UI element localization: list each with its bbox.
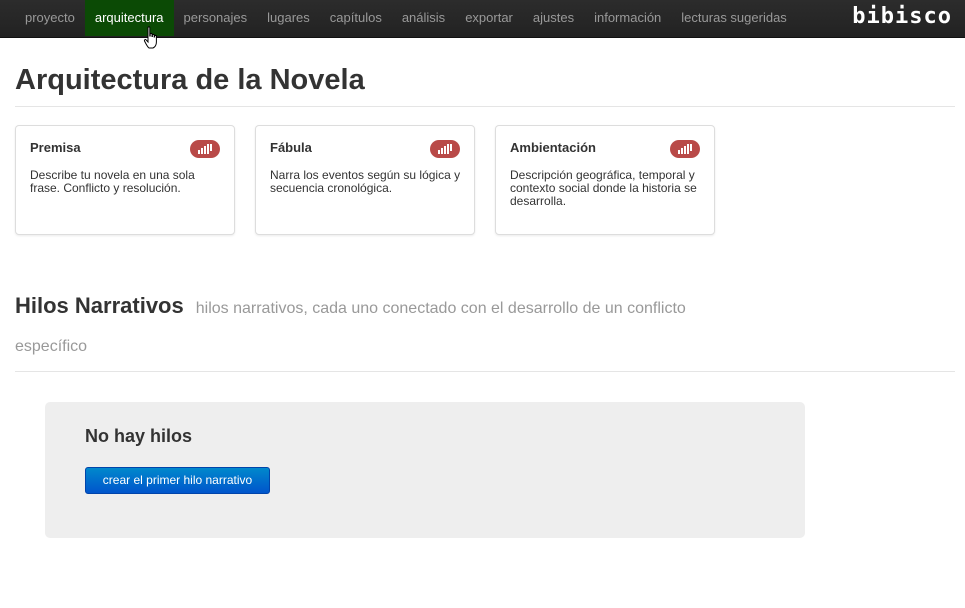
card-description: Descripción geográfica, temporal y conte… bbox=[510, 168, 697, 208]
nav-item-ajustes[interactable]: ajustes bbox=[523, 0, 584, 36]
card-title: Premisa bbox=[30, 140, 81, 155]
status-bars-icon bbox=[678, 144, 692, 154]
nav-item-capitulos[interactable]: capítulos bbox=[320, 0, 392, 36]
empty-state-title: No hay hilos bbox=[85, 426, 193, 446]
divider bbox=[15, 371, 955, 372]
section-header-hilos: Hilos Narrativos hilos narrativos, cada u… bbox=[15, 287, 715, 366]
nav-item-analisis[interactable]: análisis bbox=[392, 0, 455, 36]
page-title: Arquitectura de la Novela bbox=[15, 64, 365, 96]
section-title: Hilos Narrativos bbox=[15, 293, 184, 318]
create-first-thread-button[interactable]: crear el primer hilo narrativo bbox=[85, 467, 270, 494]
status-bars-icon bbox=[198, 144, 212, 154]
empty-state-panel: No hay hilos crear el primer hilo narrat… bbox=[45, 402, 805, 538]
nav-item-lecturas-sugeridas[interactable]: lecturas sugeridas bbox=[671, 0, 797, 36]
status-bars-icon bbox=[438, 144, 452, 154]
nav-menu: proyecto arquitectura personajes lugares… bbox=[15, 0, 797, 36]
nav-item-informacion[interactable]: información bbox=[584, 0, 671, 36]
divider bbox=[15, 106, 955, 107]
nav-item-lugares[interactable]: lugares bbox=[257, 0, 320, 36]
status-badge bbox=[670, 140, 700, 158]
nav-item-proyecto[interactable]: proyecto bbox=[15, 0, 85, 36]
card-fabula[interactable]: Fábula Narra los eventos según su lógica… bbox=[255, 125, 475, 235]
card-ambientacion[interactable]: Ambientación Descripción geográfica, tem… bbox=[495, 125, 715, 235]
brand-logo: bibisco bbox=[852, 4, 952, 29]
card-premisa[interactable]: Premisa Describe tu novela en una sola f… bbox=[15, 125, 235, 235]
card-title: Ambientación bbox=[510, 140, 596, 155]
nav-item-exportar[interactable]: exportar bbox=[455, 0, 523, 36]
nav-item-personajes[interactable]: personajes bbox=[174, 0, 258, 36]
hand-cursor-icon bbox=[143, 26, 157, 49]
card-description: Narra los eventos según su lógica y secu… bbox=[270, 168, 461, 195]
card-description: Describe tu novela en una sola frase. Co… bbox=[30, 168, 195, 195]
status-badge bbox=[190, 140, 220, 158]
status-badge bbox=[430, 140, 460, 158]
card-title: Fábula bbox=[270, 140, 312, 155]
